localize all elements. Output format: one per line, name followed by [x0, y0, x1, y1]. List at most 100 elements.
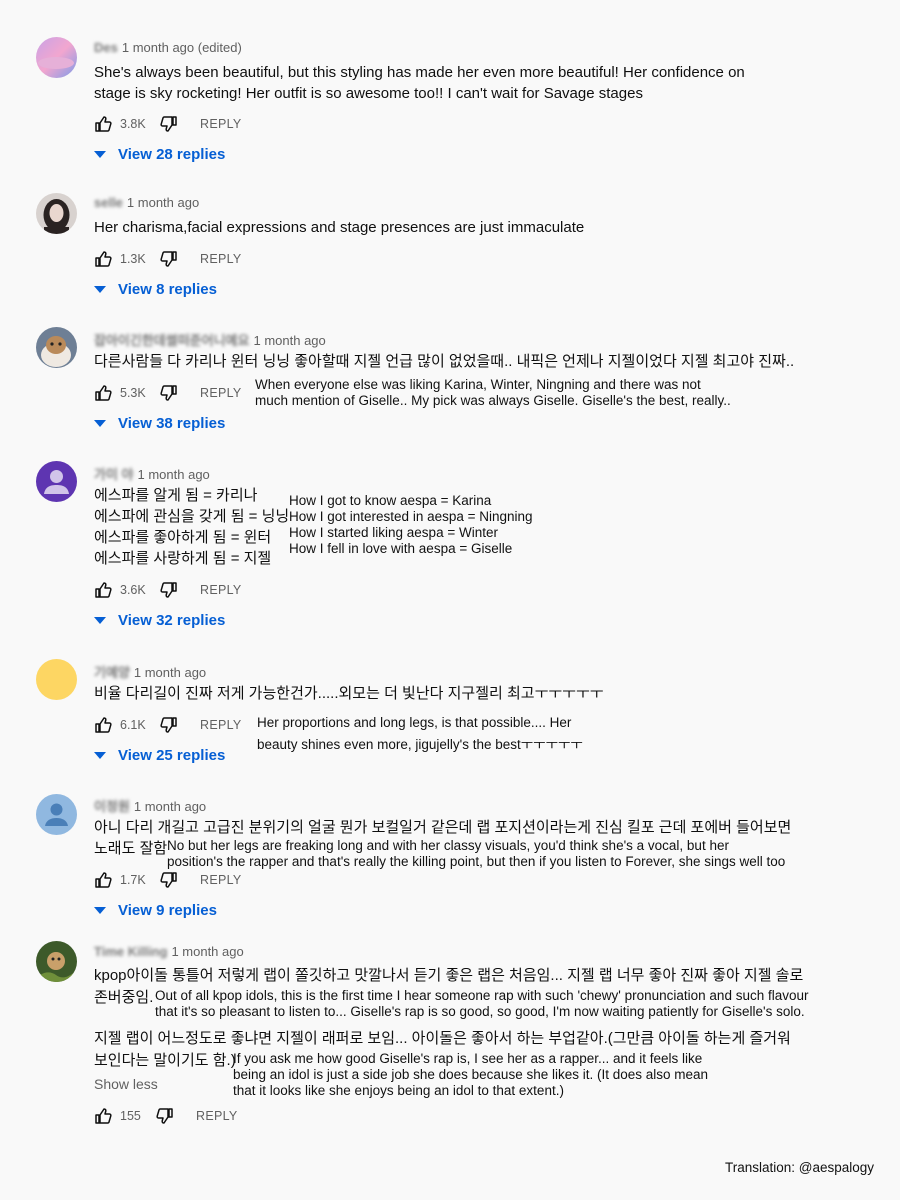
comment-actions: 6.1K REPLY: [94, 714, 242, 736]
comment-author-line: 잡아이긴한데썰떠준어니예요 1 month ago: [94, 330, 326, 349]
view-replies-label: View 32 replies: [118, 612, 226, 629]
author-name[interactable]: Time Killing: [94, 944, 167, 959]
avatar[interactable]: [36, 659, 77, 700]
reply-button[interactable]: REPLY: [196, 1109, 238, 1123]
comment-line: 다른사람들 다 카리나 윈터 닝닝 좋아할때 지젤 언급 많이 없었을때.. 내…: [94, 353, 795, 370]
view-replies-button[interactable]: View 8 replies: [94, 281, 217, 298]
comment-text: Her charisma,facial expressions and stag…: [94, 217, 584, 238]
comment-time[interactable]: 1 month ago: [171, 944, 243, 959]
comment-time[interactable]: 1 month ago: [127, 195, 199, 210]
like-count: 5.3K: [120, 386, 146, 400]
comment-line: 에스파에 관심을 갖게 됨 = 닝닝: [94, 508, 290, 525]
view-replies-button[interactable]: View 25 replies: [94, 747, 225, 764]
translation-line: being an idol is just a side job she doe…: [233, 1067, 709, 1082]
view-replies-label: View 38 replies: [118, 415, 226, 432]
comment-line: 에스파를 알게 됨 = 카리나: [94, 487, 258, 504]
author-name[interactable]: selle: [94, 195, 123, 210]
thumbs-down-icon[interactable]: [160, 716, 178, 734]
author-name[interactable]: 이정원: [94, 796, 130, 815]
comment-actions: 1.7K REPLY: [94, 869, 242, 891]
reply-button[interactable]: REPLY: [200, 252, 242, 266]
comment-line: kpop아이돌 통틀어 저렇게 랩이 쫄깃하고 맛깔나서 듣기 좋은 랩은 처음…: [94, 967, 804, 984]
thumbs-up-icon[interactable]: [94, 716, 112, 734]
comment-line: 지젤 랩이 어느정도로 좋냐면 지젤이 래퍼로 보임... 아이돌은 좋아서 하…: [94, 1030, 791, 1047]
translation: No but her legs are freaking long and wi…: [167, 838, 785, 870]
comment-text: 다른사람들 다 카리나 윈터 닝닝 좋아할때 지젤 언급 많이 없었을때.. 내…: [94, 351, 794, 372]
like-count: 3.6K: [120, 583, 146, 597]
avatar[interactable]: [36, 461, 77, 502]
comment-actions: 5.3K REPLY: [94, 382, 242, 404]
avatar[interactable]: [36, 37, 77, 78]
author-name[interactable]: 잡아이긴한데썰떠준어니예요: [94, 330, 249, 349]
author-name[interactable]: Des: [94, 40, 118, 55]
comment-time[interactable]: 1 month ago: [138, 467, 210, 482]
comment-author-line: 기예양 1 month ago: [94, 662, 206, 681]
avatar[interactable]: [36, 794, 77, 835]
view-replies-button[interactable]: View 38 replies: [94, 415, 225, 432]
translation-line: that it looks like she enjoys being an i…: [233, 1083, 564, 1098]
comment-actions: 1.3K REPLY: [94, 248, 242, 270]
thumbs-up-icon[interactable]: [94, 115, 112, 133]
like-count: 1.7K: [120, 873, 146, 887]
comment-text: 비율 다리길이 진짜 저게 가능한건가.....외모는 더 빛난다 지구젤리 최…: [94, 683, 604, 704]
comment-author-line: selle 1 month ago: [94, 195, 199, 210]
translation: If you ask me how good Giselle's rap is,…: [233, 1051, 708, 1099]
translation-line: How I got to know aespa = Karina: [289, 493, 492, 508]
comment-line: stage is sky rocketing! Her outfit is so…: [94, 85, 643, 102]
comment-actions: 3.6K REPLY: [94, 579, 242, 601]
thumbs-up-icon[interactable]: [94, 250, 112, 268]
author-name[interactable]: 가미 야: [94, 464, 134, 483]
reply-button[interactable]: REPLY: [200, 873, 242, 887]
translation-line: beauty shines even more, jigujelly's the…: [257, 737, 583, 752]
translation: Out of all kpop idols, this is the first…: [155, 988, 808, 1020]
thumbs-down-icon[interactable]: [160, 384, 178, 402]
thumbs-up-icon[interactable]: [94, 1107, 112, 1125]
comment-time[interactable]: 1 month ago (edited): [122, 40, 242, 55]
caret-down-icon: [94, 906, 106, 915]
reply-button[interactable]: REPLY: [200, 583, 242, 597]
thumbs-down-icon[interactable]: [156, 1107, 174, 1125]
comment-actions: 3.8K REPLY: [94, 113, 242, 135]
comment-author-line: 이정원 1 month ago: [94, 796, 206, 815]
avatar[interactable]: [36, 941, 77, 982]
reply-button[interactable]: REPLY: [200, 718, 242, 732]
comment-time[interactable]: 1 month ago: [134, 799, 206, 814]
reply-button[interactable]: REPLY: [200, 117, 242, 131]
view-replies-button[interactable]: View 32 replies: [94, 612, 225, 629]
comment-line: She's always been beautiful, but this st…: [94, 64, 745, 81]
thumbs-up-icon[interactable]: [94, 384, 112, 402]
thumbs-down-icon[interactable]: [160, 115, 178, 133]
thumbs-up-icon[interactable]: [94, 871, 112, 889]
translation-line: that it's so pleasant to listen to... Gi…: [155, 1004, 805, 1019]
caret-down-icon: [94, 285, 106, 294]
reply-button[interactable]: REPLY: [200, 386, 242, 400]
avatar[interactable]: [36, 193, 77, 234]
show-less-button[interactable]: Show less: [94, 1076, 158, 1092]
thumbs-down-icon[interactable]: [160, 250, 178, 268]
like-count: 3.8K: [120, 117, 146, 131]
comment-author-line: Des 1 month ago (edited): [94, 40, 242, 55]
view-replies-label: View 9 replies: [118, 902, 217, 919]
thumbs-up-icon[interactable]: [94, 581, 112, 599]
translation-credit: Translation: @aespalogy: [724, 1160, 874, 1175]
view-replies-button[interactable]: View 28 replies: [94, 146, 225, 163]
view-replies-button[interactable]: View 9 replies: [94, 902, 217, 919]
comment-author-line: Time Killing 1 month ago: [94, 944, 244, 959]
caret-down-icon: [94, 150, 106, 159]
translation-line: How I got interested in aespa = Ningning: [289, 509, 533, 524]
translation-line: position's the rapper and that's really …: [167, 854, 786, 869]
thumbs-down-icon[interactable]: [160, 871, 178, 889]
caret-down-icon: [94, 751, 106, 760]
view-replies-label: View 25 replies: [118, 747, 226, 764]
translation-line: No but her legs are freaking long and wi…: [167, 838, 729, 853]
thumbs-down-icon[interactable]: [160, 581, 178, 599]
comment-time[interactable]: 1 month ago: [253, 333, 325, 348]
comment-line: Her charisma,facial expressions and stag…: [94, 219, 585, 236]
translation-line: How I started liking aespa = Winter: [289, 525, 498, 540]
comment-line: 비율 다리길이 진짜 저게 가능한건가.....외모는 더 빛난다 지구젤리 최…: [94, 685, 604, 702]
translation-line: When everyone else was liking Karina, Wi…: [255, 377, 701, 392]
avatar[interactable]: [36, 327, 77, 368]
like-count: 1.3K: [120, 252, 146, 266]
comment-time[interactable]: 1 month ago: [134, 665, 206, 680]
author-name[interactable]: 기예양: [94, 662, 130, 681]
